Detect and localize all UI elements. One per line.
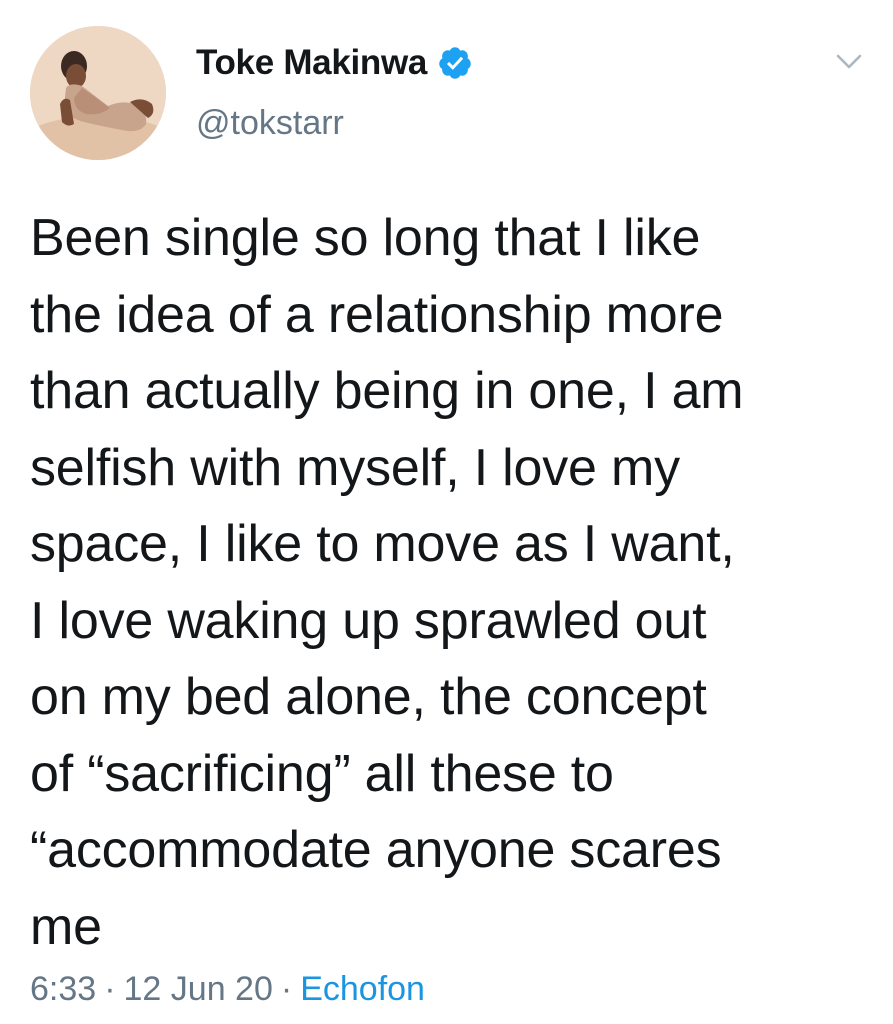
tweet-meta: 6:33 · 12 Jun 20 · Echofon xyxy=(30,970,425,1009)
tweet-text-line: than actually being in one, I am xyxy=(30,362,744,420)
handle[interactable]: @tokstarr xyxy=(196,104,344,143)
tweet-text-line: me xyxy=(30,897,102,956)
tweet-source-link[interactable]: Echofon xyxy=(300,970,425,1008)
meta-separator: · xyxy=(280,970,293,1008)
tweet-text-line: selfish with myself, I love my xyxy=(30,438,680,497)
author-name-row[interactable]: Toke Makinwa xyxy=(196,40,473,86)
tweet-text-line: on my bed alone, the concept xyxy=(30,668,707,726)
avatar-photo xyxy=(30,26,166,160)
tweet-time[interactable]: 6:33 xyxy=(30,970,96,1008)
tweet-date[interactable]: 12 Jun 20 xyxy=(124,970,273,1008)
meta-separator: · xyxy=(104,970,116,1008)
tweet-text-line: Been single so long that I like xyxy=(30,209,701,267)
tweet-text-line: “accommodate anyone scares xyxy=(30,821,722,879)
tweet-text: Been single so long that I like the idea… xyxy=(30,200,870,965)
avatar[interactable] xyxy=(30,26,166,160)
tweet-text-line: of “sacrificing” all these to xyxy=(30,744,614,803)
tweet-text-line: space, I like to move as I want, xyxy=(30,515,735,573)
tweet-text-line: the idea of a relationship more xyxy=(30,285,724,344)
display-name[interactable]: Toke Makinwa xyxy=(196,43,427,83)
chevron-down-icon[interactable] xyxy=(832,46,866,76)
tweet-text-line: I love waking up sprawled out xyxy=(30,591,707,650)
verified-badge-icon xyxy=(437,45,473,81)
tweet: Toke Makinwa @tokstarr Been single so lo… xyxy=(0,0,893,1024)
